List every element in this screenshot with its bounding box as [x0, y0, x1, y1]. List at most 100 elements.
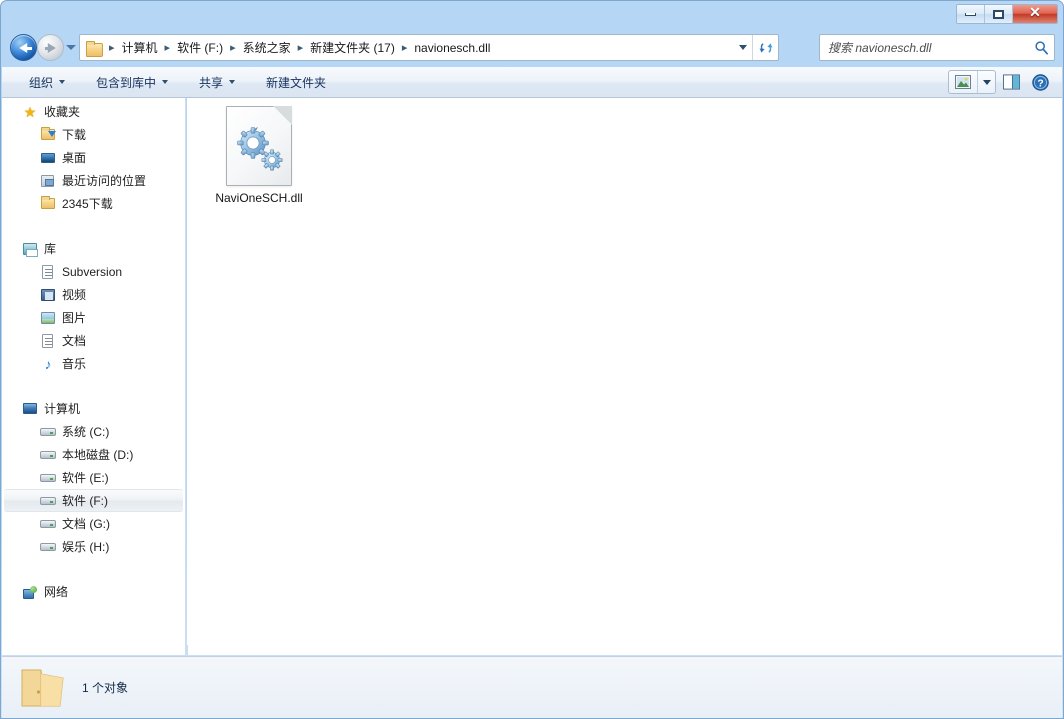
chevron-down-icon	[59, 80, 66, 84]
organize-button[interactable]: 组织	[20, 71, 74, 94]
chevron-down-icon	[739, 45, 747, 50]
drive-icon	[40, 493, 56, 509]
preview-pane-button[interactable]	[996, 74, 1026, 90]
share-button[interactable]: 共享	[190, 71, 244, 94]
minimize-icon	[965, 12, 976, 16]
sidebar-item-drive-d[interactable]: 本地磁盘 (D:)	[2, 443, 185, 466]
computer-icon	[22, 401, 38, 417]
dll-gears-icon	[226, 106, 292, 186]
view-icon	[949, 75, 977, 89]
breadcrumb-separator[interactable]: ▸	[293, 41, 309, 54]
download-folder-icon	[40, 126, 56, 143]
minimize-button[interactable]	[957, 5, 985, 23]
sidebar-label: 软件 (F:)	[62, 494, 108, 508]
drive-icon	[40, 424, 56, 440]
breadcrumb-item-drive-f[interactable]: 软件 (F:)	[175, 37, 225, 58]
star-icon: ★	[23, 103, 37, 120]
file-list-pane[interactable]: NaviOneSCH.dll	[187, 98, 1062, 655]
maximize-icon	[993, 9, 1004, 19]
address-history-dropdown[interactable]	[734, 35, 752, 60]
file-item[interactable]: NaviOneSCH.dll	[205, 106, 313, 206]
sidebar-item-computer[interactable]: 计算机	[2, 397, 185, 420]
change-view-button[interactable]	[948, 70, 996, 94]
breadcrumb-item-new-folder-17[interactable]: 新建文件夹 (17)	[308, 37, 397, 58]
sidebar-item-subversion[interactable]: Subversion	[2, 260, 185, 283]
address-bar[interactable]: ▸ 计算机 ▸ 软件 (F:) ▸ 系统之家 ▸ 新建文件夹 (17) ▸ na…	[79, 34, 779, 61]
sidebar-item-pictures[interactable]: 图片	[2, 306, 185, 329]
music-icon: ♪	[44, 355, 52, 372]
sidebar-label: 库	[44, 242, 57, 256]
sidebar-item-drive-h[interactable]: 娱乐 (H:)	[2, 535, 185, 558]
command-toolbar: 组织 包含到库中 共享 新建文件夹 ?	[2, 67, 1062, 98]
sidebar-group-computer: 计算机 系统 (C:) 本地磁盘 (D:) 软件 (E:) 软件 (F:) 文档…	[2, 397, 185, 558]
sidebar-label: 网络	[44, 585, 69, 599]
sidebar-item-videos[interactable]: 视频	[2, 283, 185, 306]
new-folder-button[interactable]: 新建文件夹	[257, 71, 335, 94]
sidebar-item-favorites[interactable]: ★ 收藏夹	[2, 100, 185, 123]
sidebar-label: 计算机	[44, 402, 81, 416]
sidebar-item-network[interactable]: 网络	[2, 580, 185, 603]
recent-pages-dropdown-icon[interactable]	[66, 45, 76, 50]
sidebar-item-libraries[interactable]: 库	[2, 237, 185, 260]
sidebar-item-2345-downloads[interactable]: 2345下载	[2, 192, 185, 215]
document-icon	[40, 333, 56, 349]
breadcrumb-separator[interactable]: ▸	[225, 41, 241, 54]
breadcrumb: ▸ 计算机 ▸ 软件 (F:) ▸ 系统之家 ▸ 新建文件夹 (17) ▸ na…	[80, 35, 734, 60]
network-icon	[22, 584, 38, 600]
share-label: 共享	[199, 75, 224, 90]
file-name-label: NaviOneSCH.dll	[215, 191, 303, 205]
back-button[interactable]	[10, 34, 37, 61]
sidebar-item-desktop[interactable]: 桌面	[2, 146, 185, 169]
forward-button[interactable]	[37, 34, 64, 61]
open-folder-icon	[16, 665, 70, 711]
sidebar-group-favorites: ★ 收藏夹 下载 桌面 最近访问的位置 2345下载	[2, 100, 185, 215]
drive-icon	[40, 447, 56, 463]
sidebar-item-drive-g[interactable]: 文档 (G:)	[2, 512, 185, 535]
breadcrumb-item-computer[interactable]: 计算机	[120, 37, 160, 58]
close-icon: ✕	[1029, 6, 1041, 21]
folder-icon	[86, 40, 103, 57]
sidebar-label: 软件 (E:)	[62, 471, 109, 485]
sidebar-item-drive-c[interactable]: 系统 (C:)	[2, 420, 185, 443]
refresh-button[interactable]	[752, 35, 778, 60]
search-box[interactable]	[819, 34, 1055, 61]
sidebar-label: 2345下载	[62, 197, 113, 211]
breadcrumb-separator[interactable]: ▸	[160, 41, 176, 54]
sidebar-item-drive-f[interactable]: 软件 (F:)	[4, 489, 183, 512]
status-text: 1 个对象	[82, 681, 129, 695]
folder-icon	[40, 195, 56, 212]
sidebar-item-drive-e[interactable]: 软件 (E:)	[2, 466, 185, 489]
desktop-icon	[40, 150, 56, 166]
breadcrumb-separator[interactable]: ▸	[104, 41, 120, 54]
sidebar-label: 音乐	[62, 357, 87, 371]
search-input[interactable]	[828, 40, 1028, 55]
sidebar-item-recent-places[interactable]: 最近访问的位置	[2, 169, 185, 192]
sidebar-label: 最近访问的位置	[62, 174, 147, 188]
sidebar-group-libraries: 库 Subversion 视频 图片 文档 ♪ 音乐	[2, 237, 185, 375]
change-view-dropdown[interactable]	[977, 71, 995, 93]
toolbar-right-group: ?	[948, 70, 1062, 94]
library-icon	[22, 241, 38, 257]
sidebar-label: Subversion	[62, 264, 123, 279]
navigation-pane[interactable]: ★ 收藏夹 下载 桌面 最近访问的位置 2345下载 库 Subversion …	[2, 98, 186, 655]
sidebar-label: 文档 (G:)	[62, 517, 110, 531]
help-button[interactable]: ?	[1026, 73, 1054, 91]
organize-label: 组织	[29, 75, 54, 90]
breadcrumb-separator[interactable]: ▸	[397, 41, 413, 54]
sidebar-label: 图片	[62, 311, 87, 325]
chevron-down-icon	[162, 80, 169, 84]
maximize-button[interactable]	[985, 5, 1013, 23]
status-bar: 1 个对象	[2, 656, 1062, 718]
breadcrumb-item-navionesch-dll[interactable]: navionesch.dll	[412, 39, 492, 57]
chevron-down-icon	[229, 80, 236, 84]
breadcrumb-item-xitongzhijia[interactable]: 系统之家	[241, 37, 293, 58]
close-button[interactable]: ✕	[1013, 5, 1057, 23]
new-folder-label: 新建文件夹	[266, 75, 327, 90]
sidebar-item-downloads[interactable]: 下载	[2, 123, 185, 146]
include-in-library-button[interactable]: 包含到库中	[87, 71, 177, 94]
search-icon[interactable]	[1028, 40, 1054, 55]
drive-icon	[40, 539, 56, 555]
sidebar-item-documents[interactable]: 文档	[2, 329, 185, 352]
title-bar: ✕	[1, 1, 1063, 29]
sidebar-item-music[interactable]: ♪ 音乐	[2, 352, 185, 375]
